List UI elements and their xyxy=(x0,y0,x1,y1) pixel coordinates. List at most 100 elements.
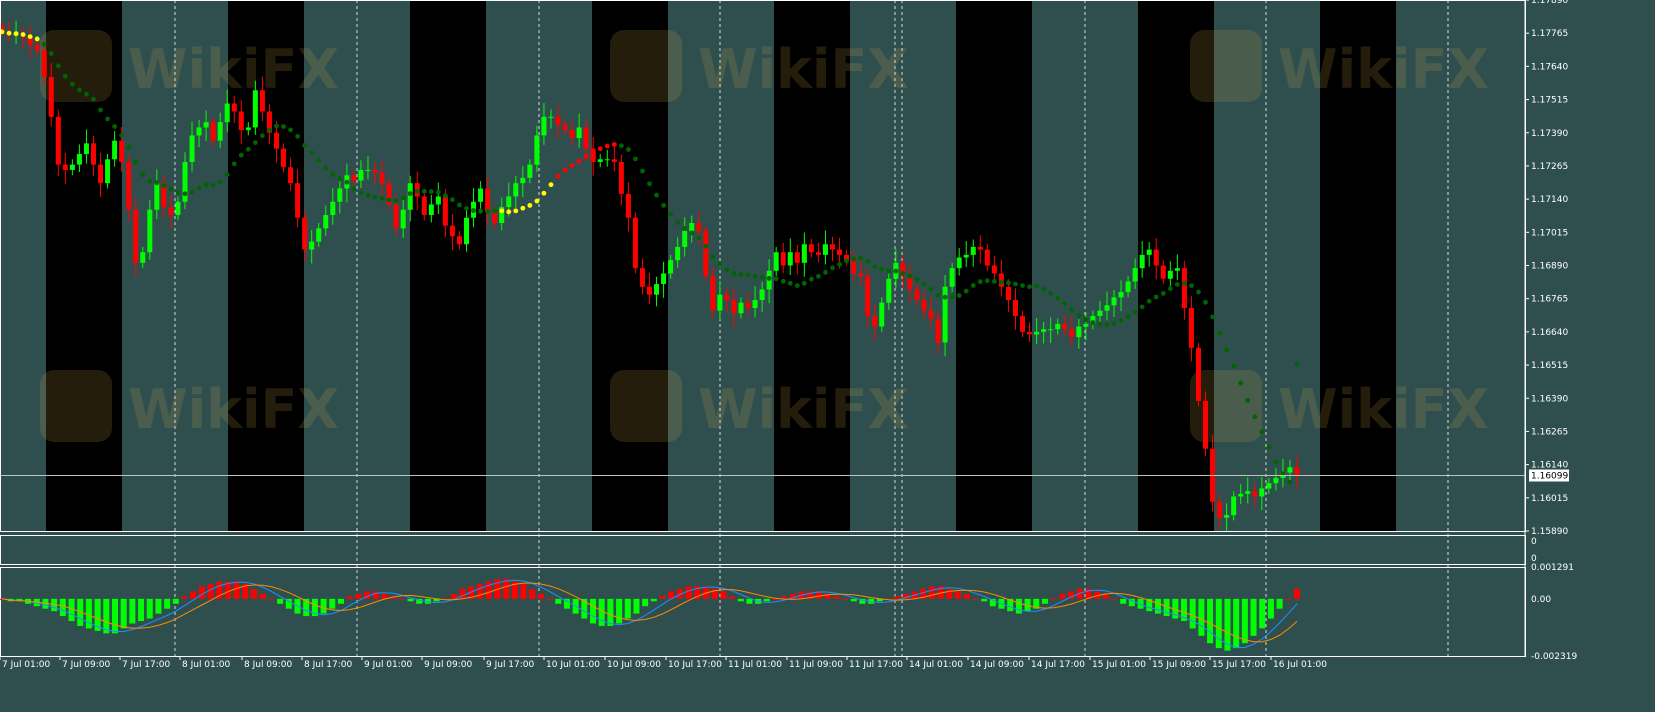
macd-bar xyxy=(1015,598,1022,614)
candle-body xyxy=(351,175,357,181)
ma-dot xyxy=(970,283,976,288)
candle-body xyxy=(618,161,624,194)
panel-frame xyxy=(0,567,1526,657)
candle xyxy=(703,225,709,282)
candle-body xyxy=(647,286,652,295)
candle xyxy=(1111,289,1117,318)
candle-body xyxy=(428,204,434,216)
candle-body xyxy=(449,225,455,237)
macd-bar xyxy=(138,598,145,622)
candle-body xyxy=(745,302,751,308)
macd-bar xyxy=(624,598,631,619)
ma-dot xyxy=(844,258,849,264)
ma-dot xyxy=(858,255,864,261)
candle-body xyxy=(1055,323,1061,330)
x-tick-label: 15 Jul 01:00 xyxy=(1092,660,1146,670)
candle-body xyxy=(604,159,610,161)
candle xyxy=(865,268,871,328)
candle xyxy=(682,217,688,257)
macd-bar xyxy=(1189,598,1196,629)
ma-dot xyxy=(1083,317,1089,322)
candle xyxy=(935,311,941,355)
macd-bar xyxy=(894,596,901,599)
candle-body xyxy=(1231,496,1237,516)
ma-dot xyxy=(914,276,920,282)
macd-bar xyxy=(1294,588,1300,599)
ma-dot xyxy=(893,268,899,274)
watermark-text: WikiFX xyxy=(698,378,909,441)
macd-bar xyxy=(520,584,527,599)
candle-body xyxy=(822,244,828,255)
ma-dot xyxy=(34,36,40,42)
macd-bar xyxy=(103,598,110,634)
watermark: WikiFX xyxy=(40,370,339,442)
candle xyxy=(365,156,371,180)
macd-bar xyxy=(1050,598,1057,600)
ma-dot xyxy=(527,202,533,208)
ma-dot xyxy=(661,202,666,208)
candle-body xyxy=(1195,347,1201,401)
x-tick-label: 15 Jul 09:00 xyxy=(1152,660,1206,670)
ma-dot xyxy=(499,208,505,214)
candle-body xyxy=(1111,297,1117,306)
candle-body xyxy=(851,260,857,274)
candle-body xyxy=(970,246,976,255)
candle xyxy=(759,281,765,312)
ma-dot xyxy=(949,294,955,300)
candle-body xyxy=(485,188,491,213)
ma-dot xyxy=(203,182,209,188)
candle xyxy=(330,187,336,225)
candle xyxy=(1069,315,1075,347)
candle-body xyxy=(323,215,329,229)
ma-dot xyxy=(238,152,244,158)
macd-bar xyxy=(1241,598,1248,644)
x-tick-label: 10 Jul 17:00 xyxy=(668,660,722,670)
ma-dot xyxy=(548,182,554,188)
ma-dot xyxy=(224,172,230,178)
x-tick-label: 11 Jul 09:00 xyxy=(789,660,843,670)
macd-bar xyxy=(746,598,753,604)
macd-bar xyxy=(277,598,284,604)
candle-body xyxy=(928,310,934,319)
macd-bar xyxy=(850,598,857,602)
macd-bar xyxy=(111,598,118,634)
macd-bar xyxy=(233,581,240,599)
candle xyxy=(1041,321,1047,344)
macd-bar xyxy=(337,598,344,604)
ma-dot xyxy=(759,275,765,281)
candle-body xyxy=(569,130,575,139)
ma-dot xyxy=(435,189,441,195)
x-tick-label: 11 Jul 17:00 xyxy=(849,660,903,670)
ma-dot xyxy=(640,168,645,174)
macd-bar xyxy=(190,591,197,599)
ma-dot xyxy=(562,167,568,173)
macd-bar xyxy=(659,596,666,599)
candle xyxy=(893,249,899,289)
candle-body xyxy=(576,127,582,139)
candle xyxy=(161,175,167,219)
candle xyxy=(1055,318,1061,335)
candle-body xyxy=(400,209,406,229)
ma-dot xyxy=(696,235,702,241)
ma-dot xyxy=(977,279,983,285)
ma-dot xyxy=(295,133,300,139)
candle xyxy=(1224,503,1230,532)
ma-dot xyxy=(1139,304,1145,310)
ma-dot xyxy=(274,123,279,129)
candle xyxy=(907,264,913,304)
ma-dot xyxy=(569,162,575,168)
macd-tick-label: 0.001291 xyxy=(1531,563,1574,573)
candle-body xyxy=(654,284,660,295)
candle xyxy=(1217,494,1223,530)
candle-body xyxy=(330,201,336,216)
ma-dot xyxy=(98,107,103,113)
x-tick-label: 7 Jul 09:00 xyxy=(62,660,111,670)
candle xyxy=(513,175,519,209)
candle xyxy=(1245,477,1251,504)
macd-bar xyxy=(1259,598,1266,629)
macd-bar xyxy=(946,588,953,599)
candle xyxy=(1273,468,1279,491)
macd-bar xyxy=(763,598,770,602)
candle xyxy=(717,280,723,321)
ma-dot xyxy=(604,143,610,149)
